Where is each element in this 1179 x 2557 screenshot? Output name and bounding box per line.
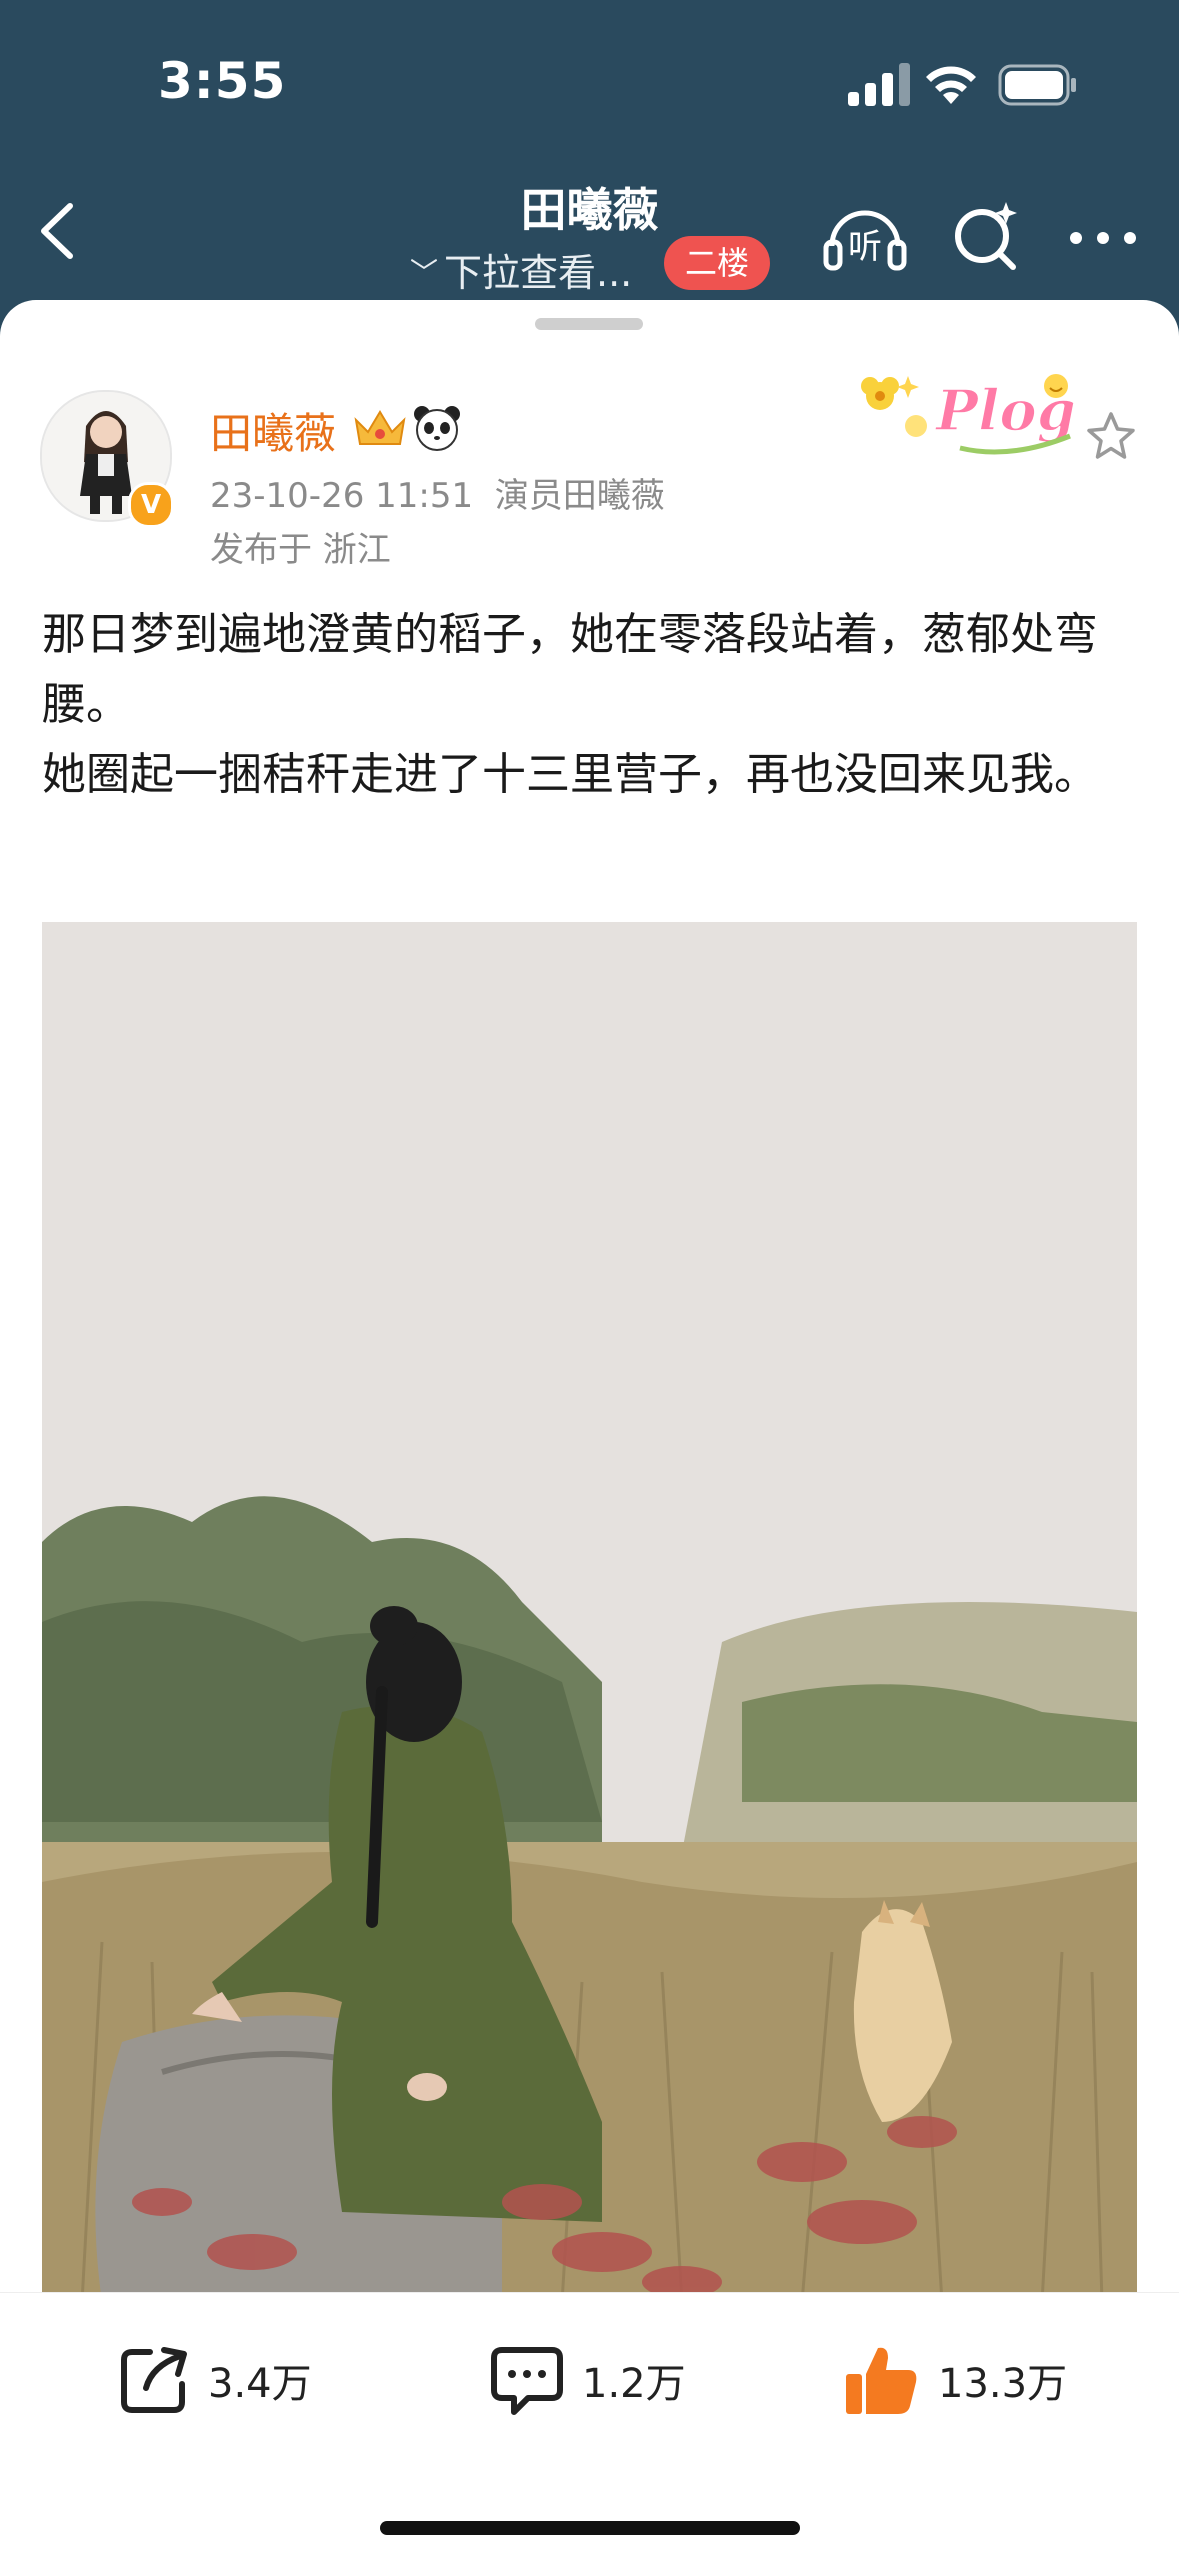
crown-icon bbox=[354, 410, 406, 445]
share-count: 3.4万 bbox=[208, 2361, 312, 2407]
post-timestamp: 23-10-26 11:51 bbox=[210, 476, 474, 516]
post-card: V 田曦薇 23-10-26 11:51 演员田曦薇 发布于 浙江 Plog 那… bbox=[0, 300, 1179, 2556]
post-text-line: 她圈起一捆秸秆走进了十三里营子，再也没回来见我。 bbox=[42, 749, 1098, 800]
home-indicator[interactable] bbox=[380, 2521, 800, 2535]
share-icon bbox=[121, 2347, 187, 2413]
post-photo-image bbox=[42, 922, 1137, 2302]
second-floor-badge[interactable]: 二楼 bbox=[664, 236, 770, 290]
favorite-star-icon[interactable] bbox=[1082, 408, 1140, 466]
pull-down-hint[interactable]: ﹀ 下拉查看... bbox=[410, 242, 632, 297]
comment-count: 1.2万 bbox=[582, 2361, 686, 2407]
post-meta: 23-10-26 11:51 演员田曦薇 bbox=[210, 468, 665, 517]
listen-icon[interactable]: 听 bbox=[820, 196, 910, 276]
drag-handle[interactable] bbox=[535, 318, 643, 330]
post-body: 那日梦到遍地澄黄的稻子，她在零落段站着，葱郁处弯腰。 她圈起一捆秸秆走进了十三里… bbox=[42, 600, 1142, 810]
post-source: 演员田曦薇 bbox=[494, 476, 665, 516]
status-time: 3:55 bbox=[158, 52, 287, 110]
post-text-line: 那日梦到遍地澄黄的稻子，她在零落段站着，葱郁处弯腰。 bbox=[42, 609, 1098, 730]
like-count: 13.3万 bbox=[938, 2361, 1068, 2407]
cellular-signal-icon bbox=[848, 63, 910, 106]
bottom-action-bar: 3.4万 1.2万 13.3万 bbox=[0, 2292, 1179, 2557]
post-location: 发布于 浙江 bbox=[210, 530, 391, 570]
chevron-down-icon: ﹀ bbox=[410, 256, 439, 289]
post-photo[interactable] bbox=[42, 922, 1137, 2302]
comment-button[interactable]: 1.2万 bbox=[488, 2335, 686, 2425]
comment-icon bbox=[491, 2347, 563, 2415]
search-icon[interactable] bbox=[950, 196, 1022, 276]
battery-icon bbox=[998, 64, 1076, 106]
wifi-icon bbox=[926, 66, 976, 104]
status-bar: 3:55 bbox=[0, 0, 1179, 170]
more-icon[interactable] bbox=[1068, 196, 1138, 276]
post-author-name[interactable]: 田曦薇 bbox=[210, 400, 336, 461]
plog-sticker-icon: Plog bbox=[861, 374, 1077, 455]
listen-label: 听 bbox=[848, 227, 882, 267]
like-button[interactable]: 13.3万 bbox=[842, 2335, 1067, 2425]
verified-badge: V bbox=[128, 482, 174, 528]
thumbs-up-icon bbox=[846, 2347, 917, 2414]
panda-icon bbox=[414, 406, 460, 451]
pull-down-label: 下拉查看... bbox=[444, 251, 633, 295]
share-button[interactable]: 3.4万 bbox=[116, 2335, 312, 2425]
nav-bar: 田曦薇 ﹀ 下拉查看... 二楼 听 bbox=[0, 170, 1179, 300]
